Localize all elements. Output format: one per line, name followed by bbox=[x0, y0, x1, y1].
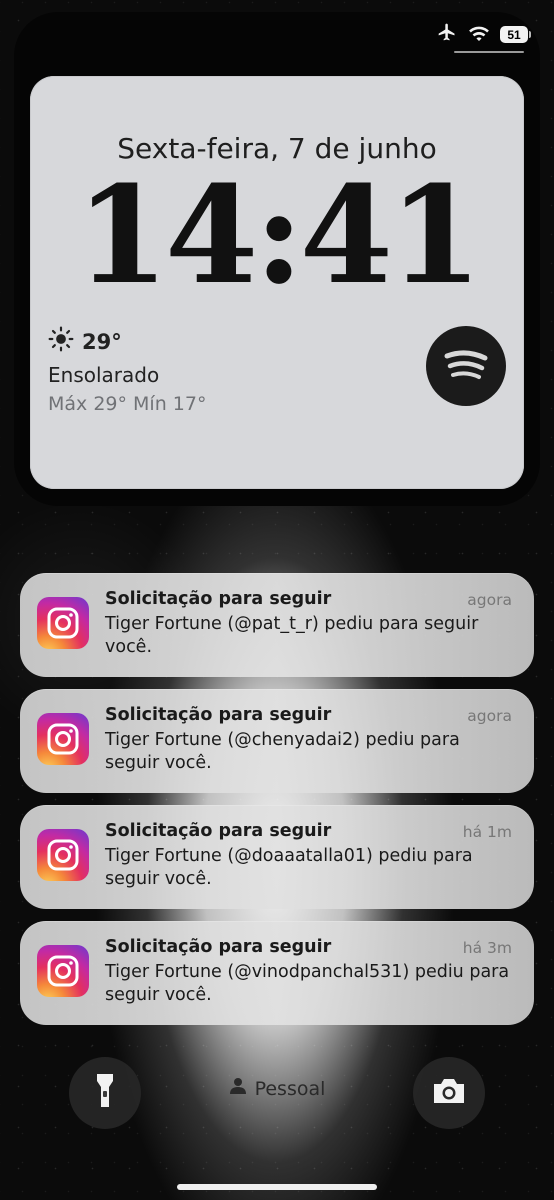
notification-title: Solicitação para seguir bbox=[105, 705, 332, 725]
notification-card[interactable]: Solicitação para seguir há 1m Tiger Fort… bbox=[20, 805, 534, 909]
home-indicator[interactable] bbox=[177, 1184, 377, 1190]
clock-widget[interactable]: Sexta-feira, 7 de junho 14:41 29° Ensola… bbox=[30, 76, 524, 489]
camera-icon bbox=[431, 1076, 467, 1111]
weather-range: Máx 29° Mín 17° bbox=[48, 393, 207, 415]
wifi-icon bbox=[468, 23, 490, 46]
status-bar: 51 bbox=[436, 22, 531, 47]
notification-title: Solicitação para seguir bbox=[105, 589, 332, 609]
focus-label: Pessoal bbox=[254, 1077, 326, 1100]
notification-title: Solicitação para seguir bbox=[105, 937, 332, 957]
notification-card[interactable]: Solicitação para seguir agora Tiger Fort… bbox=[20, 573, 534, 677]
sun-icon bbox=[48, 326, 74, 357]
weather-condition: Ensolarado bbox=[48, 363, 160, 387]
notification-body: Tiger Fortune (@doaaatalla01) pediu para… bbox=[105, 846, 473, 889]
notification-body: Tiger Fortune (@vinodpanchal531) pediu p… bbox=[105, 962, 510, 1005]
lock-screen: 51 Sexta-feira, 7 de junho 14:41 29° Ens… bbox=[0, 0, 554, 1200]
camera-button[interactable] bbox=[413, 1057, 485, 1129]
instagram-icon bbox=[37, 713, 89, 765]
notification-time: há 3m bbox=[462, 939, 512, 957]
notification-body: Tiger Fortune (@pat_t_r) pediu para segu… bbox=[105, 614, 479, 657]
instagram-icon bbox=[37, 597, 89, 649]
status-underline bbox=[454, 51, 524, 53]
notification-time: agora bbox=[467, 591, 512, 609]
airplane-icon bbox=[436, 22, 458, 47]
notification-body: Tiger Fortune (@chenyadai2) pediu para s… bbox=[105, 730, 460, 773]
weather-widget[interactable]: 29° Ensolarado Máx 29° Mín 17° bbox=[48, 326, 206, 415]
notification-card[interactable]: Solicitação para seguir há 3m Tiger Fort… bbox=[20, 921, 534, 1025]
notification-time: há 1m bbox=[462, 823, 512, 841]
spotify-icon[interactable] bbox=[426, 326, 506, 406]
person-icon bbox=[229, 1077, 247, 1100]
weather-temp: 29° bbox=[82, 329, 122, 354]
clock-time: 14:41 bbox=[75, 156, 482, 314]
notification-time: agora bbox=[467, 707, 512, 725]
battery-indicator: 51 bbox=[500, 26, 531, 43]
notification-title: Solicitação para seguir bbox=[105, 821, 332, 841]
instagram-icon bbox=[37, 945, 89, 997]
instagram-icon bbox=[37, 829, 89, 881]
notification-card[interactable]: Solicitação para seguir agora Tiger Fort… bbox=[20, 689, 534, 793]
